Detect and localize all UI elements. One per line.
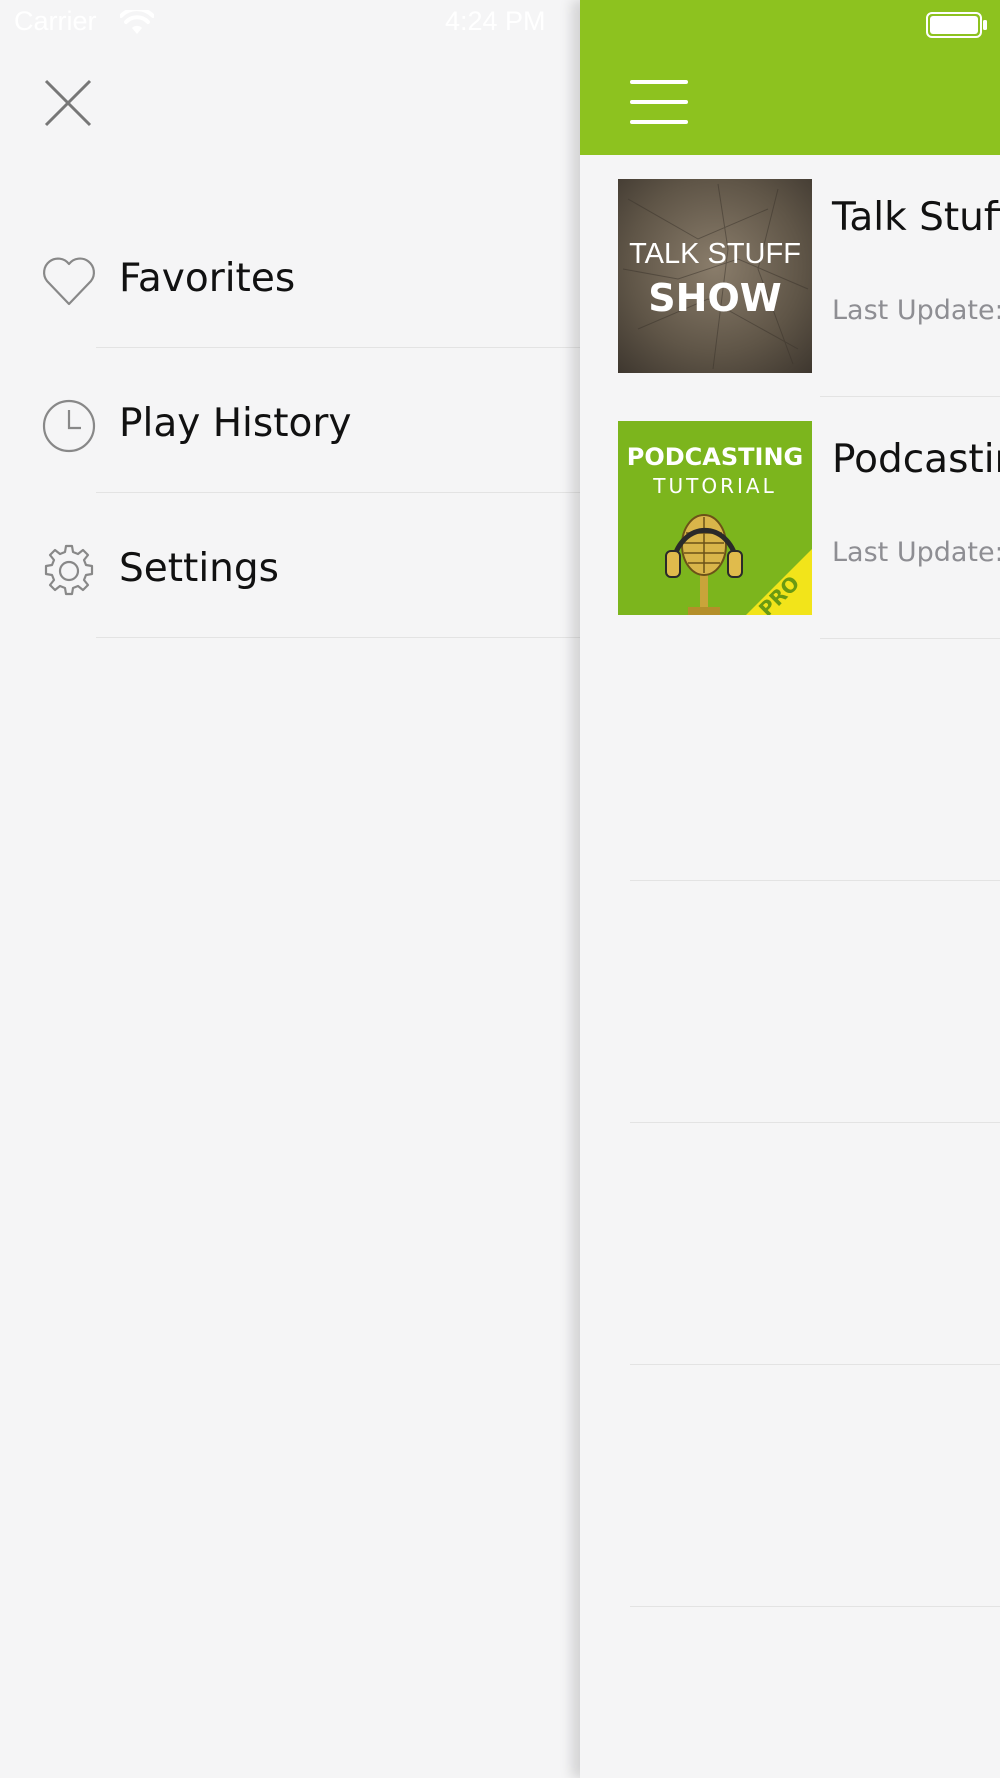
close-icon	[44, 79, 92, 127]
podcast-row[interactable]: PODCASTING TUTORIAL PRO Podcasti Last Up…	[580, 397, 1000, 639]
podcast-title: Talk Stuff	[832, 195, 1000, 240]
podcast-last-update: Last Update:	[832, 537, 1000, 568]
close-button[interactable]	[40, 75, 96, 131]
divider	[630, 1606, 1000, 1607]
podcast-artwork: TALK STUFF SHOW	[618, 179, 812, 373]
menu-item-settings[interactable]: Settings	[0, 498, 580, 638]
menu-item-label: Settings	[119, 546, 279, 591]
empty-row	[580, 1123, 1000, 1365]
wifi-icon	[119, 7, 155, 40]
podcast-last-update: Last Update:	[832, 295, 1000, 326]
menu-button[interactable]	[630, 80, 688, 124]
battery-icon	[926, 12, 988, 42]
heart-icon	[40, 252, 98, 310]
carrier-label: Carrier	[14, 6, 97, 36]
podcast-title: Podcastin	[832, 437, 1000, 482]
divider	[96, 347, 580, 348]
divider	[96, 492, 580, 493]
artwork-line2: SHOW	[648, 276, 781, 320]
menu-item-play-history[interactable]: Play History	[0, 353, 580, 493]
empty-row	[580, 639, 1000, 881]
menu-item-favorites[interactable]: Favorites	[0, 208, 580, 348]
artwork-line1: PODCASTING	[627, 443, 803, 471]
podcast-row[interactable]: TALK STUFF SHOW Talk Stuff Last Update:	[580, 155, 1000, 397]
artwork-line1: TALK STUFF	[629, 238, 801, 270]
menu-item-label: Play History	[119, 401, 352, 446]
main-panel: TALK STUFF SHOW Talk Stuff Last Update: …	[580, 0, 1000, 1778]
divider	[96, 637, 580, 638]
navbar	[580, 0, 1000, 155]
podcast-artwork: PODCASTING TUTORIAL PRO	[618, 421, 812, 615]
artwork-line2: TUTORIAL	[652, 474, 776, 498]
clock-icon	[40, 397, 98, 455]
menu-item-label: Favorites	[119, 256, 296, 301]
empty-row	[580, 881, 1000, 1123]
empty-row	[580, 1365, 1000, 1607]
status-time: 4:24 PM	[445, 6, 546, 36]
gear-icon	[40, 542, 98, 600]
